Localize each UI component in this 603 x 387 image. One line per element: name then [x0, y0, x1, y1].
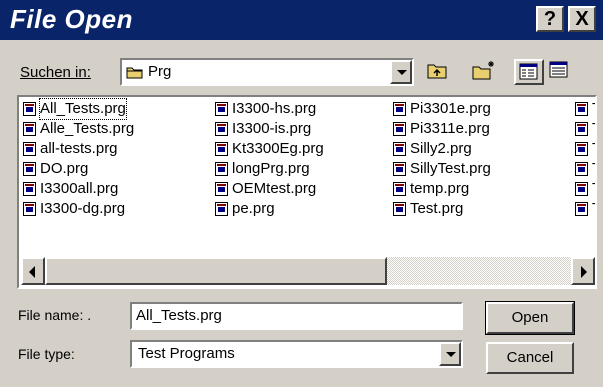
file-item[interactable]: I3300-hs.prg	[215, 99, 324, 119]
program-file-icon	[393, 202, 406, 216]
file-item[interactable]: OEMtest.prg	[215, 179, 324, 199]
file-item[interactable]: T	[575, 119, 595, 139]
program-file-icon	[393, 182, 406, 196]
close-button[interactable]: X	[568, 6, 596, 32]
scroll-thumb[interactable]	[45, 257, 387, 285]
lookin-label-text: Suchen in:	[20, 64, 91, 81]
up-folder-icon	[427, 64, 447, 79]
file-column-3: Pi3301e.prg Pi3311e.prg Silly2.prg Silly…	[393, 99, 491, 219]
program-file-icon	[575, 202, 588, 216]
program-file-icon	[215, 122, 228, 136]
window-title: File Open	[10, 4, 133, 34]
filetype-combo[interactable]: Test Programs	[130, 340, 463, 368]
file-item[interactable]: T	[575, 159, 595, 179]
new-folder-icon	[472, 61, 494, 80]
program-file-icon	[215, 142, 228, 156]
program-file-icon	[215, 102, 228, 116]
file-column-2: I3300-hs.prg I3300-is.prg Kt3300Eg.prg l…	[215, 99, 324, 219]
program-file-icon	[393, 122, 406, 136]
program-file-icon	[23, 182, 36, 196]
program-file-icon	[215, 202, 228, 216]
file-item[interactable]: longPrg.prg	[215, 159, 324, 179]
file-item[interactable]: temp.prg	[393, 179, 491, 199]
help-button[interactable]: ?	[536, 6, 564, 32]
new-folder-button[interactable]	[470, 59, 500, 85]
file-item[interactable]: DO.prg	[23, 159, 134, 179]
program-file-icon	[215, 162, 228, 176]
file-item[interactable]: Pi3301e.prg	[393, 99, 491, 119]
file-item[interactable]: T	[575, 139, 595, 159]
folder-icon	[126, 67, 143, 79]
cancel-button[interactable]: Cancel	[486, 342, 574, 374]
lookin-label: Suchen in:	[20, 64, 91, 81]
title-bar: File Open ? X	[0, 0, 603, 40]
lookin-value: Prg	[148, 63, 172, 80]
program-file-icon	[393, 142, 406, 156]
program-file-icon	[575, 182, 588, 196]
file-column-1: All_Tests.prg Alle_Tests.prg all-tests.p…	[23, 98, 134, 219]
filetype-dropdown-button[interactable]	[439, 342, 461, 366]
file-item[interactable]: SillyTest.prg	[393, 159, 491, 179]
lookin-combo[interactable]: Prg	[120, 58, 414, 86]
file-item[interactable]: Kt3300Eg.prg	[215, 139, 324, 159]
file-item[interactable]: Silly2.prg	[393, 139, 491, 159]
details-view-button[interactable]	[546, 59, 576, 85]
file-item[interactable]: T	[575, 199, 595, 219]
filename-input[interactable]: All_Tests.prg	[130, 302, 463, 330]
program-file-icon	[575, 122, 588, 136]
file-column-4: T T T T T T	[575, 99, 595, 219]
up-folder-button[interactable]	[424, 59, 454, 85]
scroll-right-button[interactable]	[571, 257, 595, 285]
program-file-icon	[215, 182, 228, 196]
file-item[interactable]: T	[575, 99, 595, 119]
program-file-icon	[23, 162, 36, 176]
file-item[interactable]: Test.prg	[393, 199, 491, 219]
program-file-icon	[393, 162, 406, 176]
file-list[interactable]: All_Tests.prg Alle_Tests.prg all-tests.p…	[17, 95, 597, 289]
file-item[interactable]: Alle_Tests.prg	[23, 119, 134, 139]
file-item[interactable]: I3300all.prg	[23, 179, 134, 199]
program-file-icon	[23, 202, 36, 216]
file-item[interactable]: I3300-is.prg	[215, 119, 324, 139]
filetype-value: Test Programs	[138, 345, 235, 362]
file-item[interactable]: Pi3311e.prg	[393, 119, 491, 139]
lookin-dropdown-button[interactable]	[390, 60, 412, 84]
program-file-icon	[575, 142, 588, 156]
list-view-icon	[519, 63, 538, 80]
file-item[interactable]: pe.prg	[215, 199, 324, 219]
file-item[interactable]: all-tests.prg	[23, 139, 134, 159]
filetype-label: File type:	[18, 346, 75, 362]
program-file-icon	[575, 102, 588, 116]
file-item[interactable]: I3300-dg.prg	[23, 199, 134, 219]
program-file-icon	[393, 102, 406, 116]
scroll-left-button[interactable]	[21, 257, 45, 285]
details-view-icon	[549, 61, 568, 78]
list-view-button[interactable]	[514, 59, 544, 85]
open-button[interactable]: Open	[485, 301, 575, 335]
program-file-icon	[23, 142, 36, 156]
program-file-icon	[23, 122, 36, 136]
program-file-icon	[575, 162, 588, 176]
horizontal-scrollbar[interactable]	[21, 257, 595, 285]
file-item[interactable]: All_Tests.prg	[23, 98, 134, 120]
file-item[interactable]: T	[575, 179, 595, 199]
program-file-icon	[23, 102, 36, 116]
filename-label: File name: .	[18, 307, 92, 323]
